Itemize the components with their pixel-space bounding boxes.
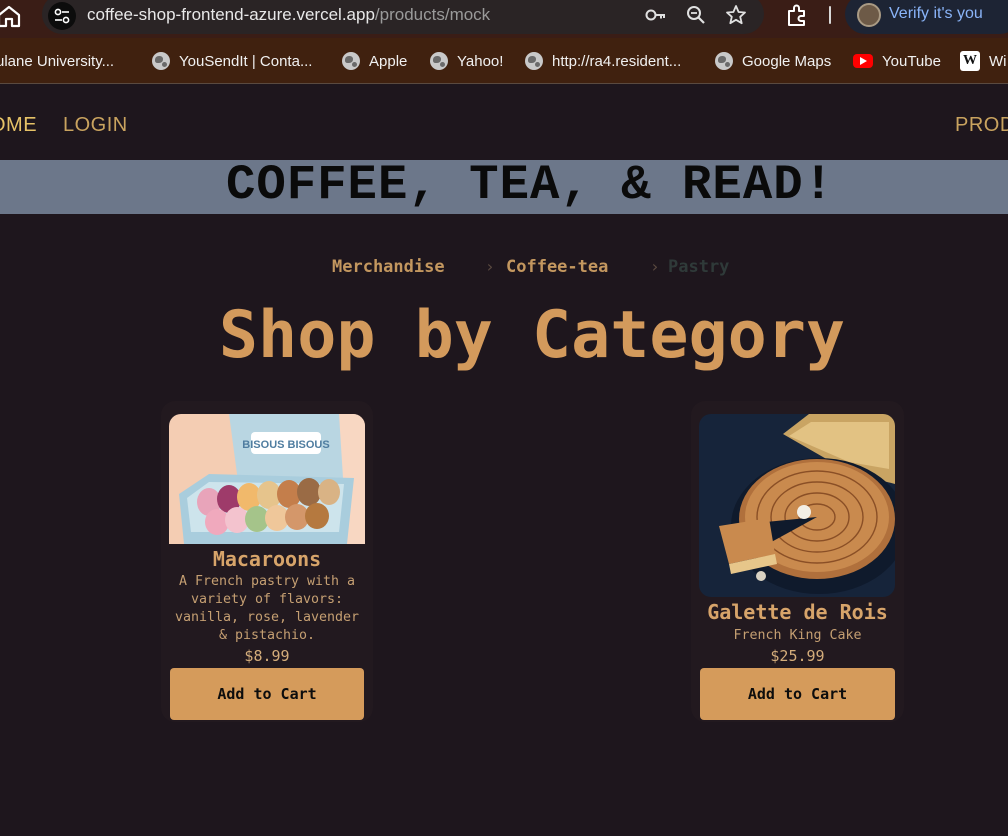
profile-verify-button[interactable]: Verify it's you [845, 0, 1008, 34]
site-title: COFFEE, TEA, & READ! [225, 157, 835, 213]
password-key-icon[interactable] [644, 3, 668, 27]
add-to-cart-button[interactable]: Add to Cart [700, 668, 895, 720]
add-to-cart-button[interactable]: Add to Cart [170, 668, 364, 720]
svg-text:BISOUS BISOUS: BISOUS BISOUS [242, 439, 329, 451]
globe-icon [430, 52, 448, 70]
chevron-right-icon: › [485, 257, 495, 276]
bookmark-apple[interactable]: Apple [342, 50, 407, 72]
home-icon[interactable] [0, 4, 22, 28]
zoom-icon[interactable] [684, 3, 708, 27]
chevron-right-icon: › [650, 257, 660, 276]
bookmark-tulane[interactable]: ulane University... [0, 50, 114, 72]
youtube-icon [853, 54, 873, 68]
breadcrumb-pastry[interactable]: Pastry [668, 257, 729, 277]
bookmark-label: Yahoo! [457, 52, 504, 70]
product-card: BISOUS BISOUS Macaroons A French pastry … [161, 401, 373, 722]
product-description: A French pastry with a variety of flavor… [174, 574, 360, 643]
bookmark-youtube[interactable]: YouTube [853, 50, 941, 72]
bookmark-star-icon[interactable] [724, 3, 748, 27]
extensions-icon[interactable] [784, 2, 810, 28]
bookmark-yousendit[interactable]: YouSendIt | Conta... [152, 50, 312, 72]
bookmark-label: Wi [989, 52, 1007, 70]
breadcrumb: Merchandise › Coffee-tea › Pastry [0, 257, 1008, 281]
address-bar[interactable]: coffee-shop-frontend-azure.vercel.app/pr… [42, 0, 764, 34]
nav-login-link[interactable]: LOGIN [63, 114, 128, 137]
globe-icon [342, 52, 360, 70]
nav-products-link[interactable]: PROD [955, 114, 1008, 137]
bookmark-label: YouSendIt | Conta... [179, 52, 313, 70]
bookmark-label: YouTube [882, 52, 941, 70]
product-price: $25.99 [770, 647, 825, 665]
url-path: /products/mock [374, 5, 491, 24]
bookmark-yahoo[interactable]: Yahoo! [430, 50, 503, 72]
product-price: $8.99 [244, 647, 290, 665]
macaroons-box-photo: BISOUS BISOUS [169, 414, 365, 544]
bookmark-wikipedia[interactable]: W Wi [960, 50, 1007, 72]
globe-icon [715, 52, 733, 70]
site-info-icon[interactable] [48, 2, 76, 30]
globe-icon [525, 52, 543, 70]
product-name: Galette de Rois [707, 600, 888, 624]
bookmarks-bar: ulane University... YouSendIt | Conta...… [0, 38, 1008, 84]
avatar [857, 3, 881, 27]
bookmark-ra4[interactable]: http://ra4.resident... [525, 50, 681, 72]
bookmark-label: ulane University... [0, 52, 115, 70]
toolbar-divider [829, 6, 831, 24]
bookmark-google-maps[interactable]: Google Maps [715, 50, 831, 72]
breadcrumb-merchandise[interactable]: Merchandise [332, 257, 445, 277]
product-card: Galette de Rois French King Cake $25.99 … [691, 401, 904, 722]
product-description: French King Cake [733, 628, 862, 643]
bookmark-label: http://ra4.resident... [552, 52, 682, 70]
bookmark-label: Apple [369, 52, 408, 70]
wikipedia-icon: W [960, 51, 980, 71]
product-name: Macaroons [212, 547, 322, 571]
breadcrumb-coffee-tea[interactable]: Coffee-tea [506, 257, 608, 277]
verify-label: Verify it's you [889, 5, 983, 22]
browser-toolbar: coffee-shop-frontend-azure.vercel.app/pr… [0, 0, 1008, 38]
url-text[interactable]: coffee-shop-frontend-azure.vercel.app/pr… [87, 5, 490, 25]
url-host: coffee-shop-frontend-azure.vercel.app [87, 5, 375, 24]
nav-home-link[interactable]: OME [0, 114, 37, 137]
bookmark-label: Google Maps [742, 52, 832, 70]
globe-icon [152, 52, 170, 70]
king-cake-photo [699, 414, 895, 597]
page-title: Shop by Category [218, 298, 846, 373]
